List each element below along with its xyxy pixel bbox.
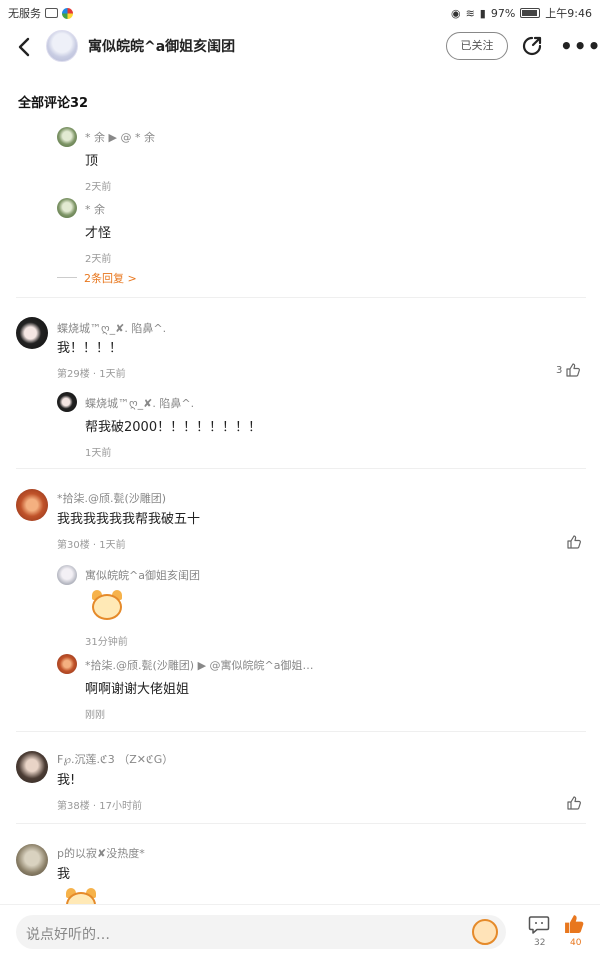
- reply-username[interactable]: *拾柒.@颀.甏(沙雕团) ▶ @寓似皖皖^a御姐…: [85, 657, 314, 673]
- avatar[interactable]: [57, 565, 77, 585]
- battery-label: 97%: [490, 6, 516, 20]
- comment-username[interactable]: F℘.沉莲.ℭ3 （Z✕ℭG）: [57, 751, 173, 767]
- reply-time: 2天前: [85, 182, 112, 193]
- wifi-icon: ≋: [465, 6, 475, 20]
- share-icon[interactable]: [520, 34, 544, 58]
- page-title: 寓似皖皖^a御姐亥闺团: [88, 39, 236, 55]
- eye-icon: ◉: [450, 6, 461, 20]
- group-avatar[interactable]: [46, 30, 78, 62]
- avatar[interactable]: [16, 751, 48, 783]
- avatar[interactable]: [57, 127, 77, 147]
- divider: [16, 468, 586, 469]
- reply-text: 啊啊谢谢大佬姐姐: [85, 682, 190, 697]
- more-icon[interactable]: •••: [560, 34, 600, 58]
- thumb-up-icon: [567, 796, 581, 810]
- thumb-up-icon: [567, 535, 581, 549]
- comment-input[interactable]: 说点好听的…: [16, 915, 506, 949]
- reply-username[interactable]: * 余 ▶ @ * 余: [85, 129, 155, 145]
- comment-username[interactable]: *拾柒.@颀.甏(沙雕团): [57, 490, 166, 506]
- comments-count-title: 全部评论32: [18, 96, 89, 111]
- reply-time: 2天前: [85, 254, 112, 265]
- thumb-up-icon[interactable]: [563, 913, 585, 935]
- divider: [16, 823, 586, 824]
- reply-time: 1天前: [85, 448, 112, 459]
- comment-username[interactable]: p的以寂✘没热度*: [57, 845, 145, 861]
- avatar[interactable]: [57, 198, 77, 218]
- back-icon[interactable]: [14, 34, 36, 60]
- time-label: 上午9:46: [545, 7, 592, 20]
- carrier-label: 无服务: [8, 7, 41, 20]
- comment-text: 我！！！！: [57, 341, 123, 356]
- follow-button[interactable]: 已关注: [446, 32, 508, 60]
- reply-username[interactable]: 蝶烧城™ღ_✘. 陷鼻^.: [85, 395, 194, 411]
- comment-text: 我!: [57, 773, 76, 788]
- status-bar: 无服务 ◉ ≋ ▮ 97% 上午9:46: [0, 0, 600, 24]
- battery-icon: [520, 8, 541, 18]
- avatar[interactable]: [57, 392, 77, 412]
- divider: [57, 277, 77, 278]
- comment-text: 我我我我我我帮我破五十: [57, 512, 201, 527]
- comment-input-placeholder: 说点好听的…: [26, 927, 110, 943]
- comment-text: 我: [57, 867, 71, 882]
- comment-meta: 第30楼 · 1天前: [57, 540, 126, 551]
- like-count: 40: [570, 938, 582, 948]
- signal-icon: ▮: [479, 6, 486, 20]
- comment-count: 32: [534, 938, 546, 948]
- comment-icon[interactable]: [528, 915, 550, 935]
- app-icon: [62, 7, 73, 19]
- reply-username[interactable]: 寓似皖皖^a御姐亥闺团: [85, 567, 200, 583]
- reply-time: 刚刚: [85, 710, 105, 721]
- emoji-icon[interactable]: [472, 919, 498, 945]
- comment-username[interactable]: 蝶烧城™ღ_✘. 陷鼻^.: [57, 320, 166, 336]
- reply-time: 31分钟前: [85, 637, 128, 648]
- divider: [16, 731, 586, 732]
- like-button[interactable]: [566, 534, 582, 550]
- thumb-up-icon: [566, 363, 581, 377]
- like-count: 3: [556, 364, 563, 376]
- reply-username[interactable]: * 余: [85, 201, 105, 217]
- avatar[interactable]: [16, 317, 48, 349]
- gallery-icon: [45, 8, 58, 18]
- divider: [16, 297, 586, 298]
- avatar[interactable]: [16, 844, 48, 876]
- reply-text: 顶: [85, 154, 99, 169]
- sticker-emoji: [88, 590, 130, 624]
- comment-meta: 第29楼 · 1天前: [57, 369, 126, 380]
- avatar[interactable]: [57, 654, 77, 674]
- bottom-bar: 说点好听的… 32 40: [0, 904, 600, 960]
- comment-meta: 第38楼 · 17小时前: [57, 801, 142, 812]
- more-replies-link[interactable]: 2条回复 >: [84, 270, 137, 286]
- header: 寓似皖皖^a御姐亥闺团 已关注 •••: [0, 24, 600, 70]
- avatar[interactable]: [16, 489, 48, 521]
- like-button[interactable]: 3: [556, 362, 581, 378]
- like-button[interactable]: [566, 795, 582, 811]
- reply-text: 帮我破2000！！！！！！！！: [85, 420, 262, 435]
- reply-text: 才怪: [85, 226, 112, 241]
